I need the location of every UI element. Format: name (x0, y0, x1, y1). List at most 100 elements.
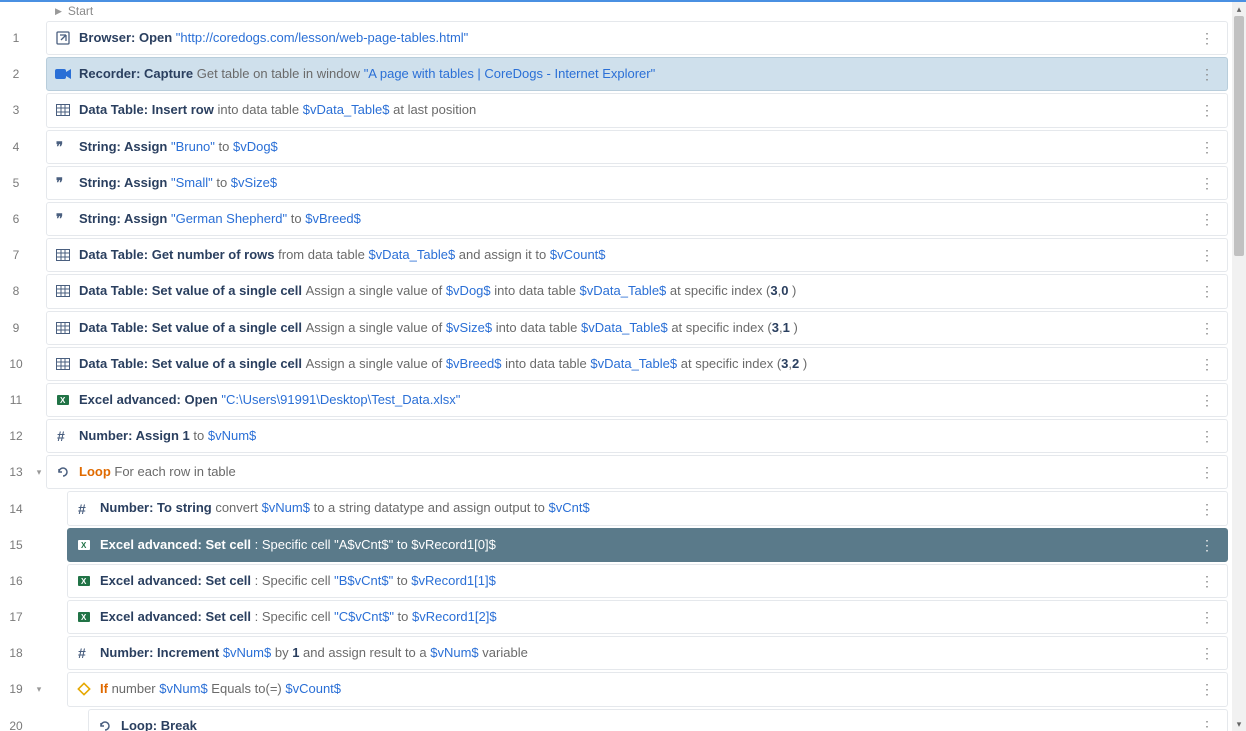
svg-text:X: X (81, 577, 87, 586)
action-row[interactable]: 7 Data Table: Get number of rows from dat… (0, 237, 1232, 273)
svg-text:#: # (57, 429, 65, 443)
action-card[interactable]: Loop: Break ⋮ (88, 709, 1228, 731)
action-text: Data Table: Get number of rows from data… (79, 246, 1186, 264)
kebab-icon[interactable]: ⋮ (1194, 103, 1219, 117)
line-number: 18 (0, 646, 32, 660)
kebab-icon[interactable]: ⋮ (1194, 610, 1219, 624)
kebab-icon[interactable]: ⋮ (1194, 212, 1219, 226)
action-text: Excel advanced: Open "C:\Users\91991\Des… (79, 391, 1186, 409)
line-number: 15 (0, 538, 32, 552)
action-card[interactable]: XExcel advanced: Open "C:\Users\91991\De… (46, 383, 1228, 417)
action-card[interactable]: If number $vNum$ Equals to(=) $vCount$⋮ (67, 672, 1228, 706)
action-row[interactable]: 12#Number: Assign 1 to $vNum$⋮ (0, 418, 1232, 454)
action-row[interactable]: 10Data Table: Set value of a single cell… (0, 346, 1232, 382)
action-card[interactable]: #Number: Assign 1 to $vNum$⋮ (46, 419, 1228, 453)
action-row[interactable]: 5 ❞String: Assign "Small" to $vSize$⋮ (0, 165, 1232, 201)
line-number: 17 (0, 610, 32, 624)
table-icon (55, 320, 71, 336)
action-card[interactable]: Data Table: Get number of rows from data… (46, 238, 1228, 272)
scroll-track[interactable] (1232, 16, 1246, 717)
line-number: 20 (0, 719, 32, 731)
action-row[interactable]: 1 Browser: Open "http://coredogs.com/less… (0, 20, 1232, 56)
kebab-icon[interactable]: ⋮ (1194, 538, 1219, 552)
action-card[interactable]: #Number: Increment $vNum$ by 1 and assig… (67, 636, 1228, 670)
action-row[interactable]: 2Recorder: Capture Get table on table in… (0, 56, 1232, 92)
kebab-icon[interactable]: ⋮ (1194, 465, 1219, 479)
action-row[interactable]: 4❞String: Assign "Bruno" to $vDog$⋮ (0, 129, 1232, 165)
collapse-toggle[interactable]: ▾ (32, 684, 46, 695)
kebab-icon[interactable]: ⋮ (1194, 140, 1219, 154)
string-icon: ❞ (55, 211, 71, 227)
line-number: 5 (0, 176, 32, 190)
excel-dark-icon: X (76, 537, 92, 553)
action-text: Data Table: Set value of a single cell A… (79, 282, 1186, 300)
action-row[interactable]: 18 #Number: Increment $vNum$ by 1 and ass… (0, 635, 1232, 671)
scroll-down-icon[interactable]: ▾ (1233, 718, 1245, 730)
action-card[interactable]: Data Table: Set value of a single cell A… (46, 311, 1228, 345)
action-card[interactable]: ❞String: Assign "Small" to $vSize$⋮ (46, 166, 1228, 200)
action-list[interactable]: ▶ Start 1 Browser: Open "http://coredogs.… (0, 2, 1232, 731)
action-text: Loop: Break (121, 717, 1186, 731)
collapse-toggle[interactable]: ▾ (32, 467, 46, 478)
table-icon (55, 247, 71, 263)
svg-text:X: X (81, 613, 87, 622)
kebab-icon[interactable]: ⋮ (1194, 393, 1219, 407)
svg-text:X: X (81, 541, 87, 550)
kebab-icon[interactable]: ⋮ (1194, 502, 1219, 516)
kebab-icon[interactable]: ⋮ (1194, 429, 1219, 443)
action-text: Data Table: Set value of a single cell A… (79, 319, 1186, 337)
line-number: 1 (0, 31, 32, 45)
kebab-icon[interactable]: ⋮ (1194, 67, 1219, 81)
action-text: Loop For each row in table (79, 463, 1186, 481)
start-node[interactable]: ▶ Start (0, 2, 1232, 20)
kebab-icon[interactable]: ⋮ (1194, 248, 1219, 262)
action-card[interactable]: #Number: To string convert $vNum$ to a s… (67, 491, 1228, 525)
action-row[interactable]: 16 XExcel advanced: Set cell : Specific c… (0, 563, 1232, 599)
line-number: 7 (0, 248, 32, 262)
action-card[interactable]: Data Table: Set value of a single cell A… (46, 274, 1228, 308)
loop-icon (55, 464, 71, 480)
svg-text:❞: ❞ (56, 177, 63, 189)
action-card[interactable]: XExcel advanced: Set cell : Specific cel… (67, 528, 1228, 562)
action-text: Data Table: Insert row into data table $… (79, 101, 1186, 119)
kebab-icon[interactable]: ⋮ (1194, 31, 1219, 45)
action-row[interactable]: 8Data Table: Set value of a single cell … (0, 273, 1232, 309)
kebab-icon[interactable]: ⋮ (1194, 574, 1219, 588)
action-text: Data Table: Set value of a single cell A… (79, 355, 1186, 373)
action-row[interactable]: 15 XExcel advanced: Set cell : Specific c… (0, 527, 1232, 563)
string-icon: ❞ (55, 139, 71, 155)
action-row[interactable]: 11 XExcel advanced: Open "C:\Users\91991\… (0, 382, 1232, 418)
action-row[interactable]: 17 X Excel advanced: Set cell : Specific c… (0, 599, 1232, 635)
kebab-icon[interactable]: ⋮ (1194, 176, 1219, 190)
line-number: 11 (0, 393, 32, 407)
kebab-icon[interactable]: ⋮ (1194, 719, 1219, 731)
svg-text:#: # (78, 646, 86, 660)
kebab-icon[interactable]: ⋮ (1194, 646, 1219, 660)
action-row[interactable]: 20 Loop: Break ⋮ (0, 708, 1232, 731)
action-card[interactable]: Loop For each row in table ⋮ (46, 455, 1228, 489)
action-card[interactable]: Browser: Open "http://coredogs.com/lesso… (46, 21, 1228, 55)
action-row[interactable]: 6❞String: Assign "German Shepherd" to $v… (0, 201, 1232, 237)
action-row[interactable]: 19▾If number $vNum$ Equals to(=) $vCount… (0, 671, 1232, 707)
action-card[interactable]: ❞String: Assign "Bruno" to $vDog$⋮ (46, 130, 1228, 164)
kebab-icon[interactable]: ⋮ (1194, 321, 1219, 335)
action-row[interactable]: 9Data Table: Set value of a single cell … (0, 310, 1232, 346)
action-card[interactable]: Recorder: Capture Get table on table in … (46, 57, 1228, 91)
action-card[interactable]: XExcel advanced: Set cell : Specific cel… (67, 564, 1228, 598)
action-row[interactable]: 14#Number: To string convert $vNum$ to a… (0, 490, 1232, 526)
action-card[interactable]: Data Table: Set value of a single cell A… (46, 347, 1228, 381)
kebab-icon[interactable]: ⋮ (1194, 284, 1219, 298)
scroll-up-icon[interactable]: ▴ (1233, 3, 1245, 15)
action-card[interactable]: Data Table: Insert row into data table $… (46, 93, 1228, 127)
kebab-icon[interactable]: ⋮ (1194, 357, 1219, 371)
action-card[interactable]: X Excel advanced: Set cell : Specific cel… (67, 600, 1228, 634)
vertical-scrollbar[interactable]: ▴ ▾ (1232, 2, 1246, 731)
line-number: 16 (0, 574, 32, 588)
scroll-thumb[interactable] (1234, 16, 1244, 256)
table-icon (55, 102, 71, 118)
action-text: Excel advanced: Set cell : Specific cell… (100, 608, 1186, 626)
action-row[interactable]: 13▾Loop For each row in table⋮ (0, 454, 1232, 490)
action-card[interactable]: ❞String: Assign "German Shepherd" to $vB… (46, 202, 1228, 236)
kebab-icon[interactable]: ⋮ (1194, 682, 1219, 696)
action-row[interactable]: 3Data Table: Insert row into data table … (0, 92, 1232, 128)
